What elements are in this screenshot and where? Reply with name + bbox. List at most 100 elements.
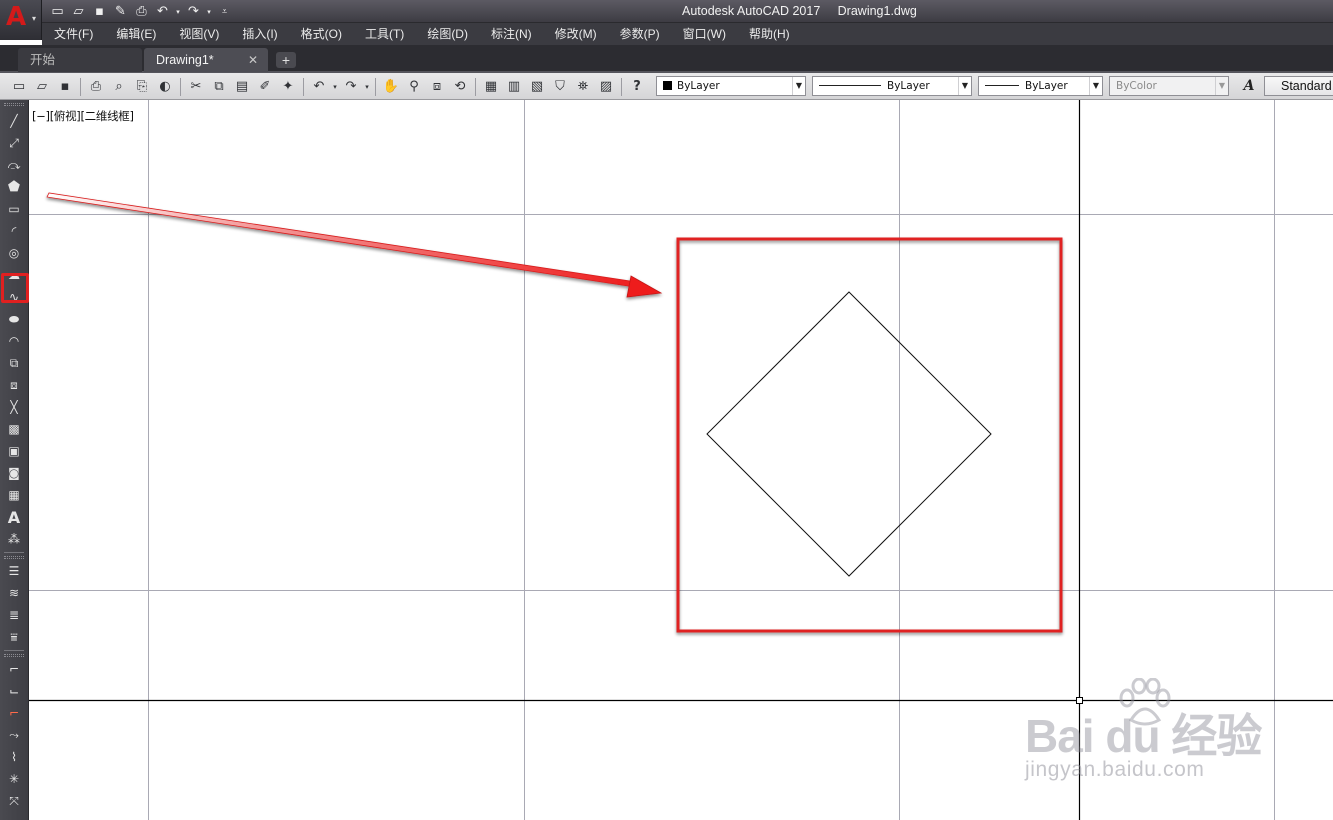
sheet-set-icon[interactable]: ⛉ [549,77,571,97]
print-preview-icon[interactable]: ⌕ [108,77,130,97]
table-icon[interactable]: ▦ [4,486,24,504]
polygon-icon[interactable]: ⬟ [4,178,24,196]
layer-properties-icon[interactable]: ☰ [4,562,24,580]
text-style-dropdown[interactable]: Standard [1264,76,1333,96]
ellipse-arc-icon[interactable]: ◠ [4,332,24,350]
multiline-text-icon[interactable]: A [4,508,24,527]
layer-states-icon[interactable]: ≋ [4,584,24,602]
polygon-tool-highlight [1,273,29,303]
open-icon[interactable]: ▱ [31,77,53,97]
application-menu-button[interactable]: A ▾ [0,0,42,40]
menu-file[interactable]: 文件(F) [42,23,104,45]
lineweight-dropdown[interactable]: ByLayer ▼ [978,76,1103,96]
fillet-icon[interactable]: ⌐ [4,660,24,678]
undo-icon[interactable]: ↶ [308,77,330,97]
point-icon[interactable]: ╳ [4,398,24,416]
toolbar-separator [475,77,476,96]
blend-curves-icon[interactable]: ⌐ [4,704,24,722]
text-style-icon[interactable]: A [1238,76,1260,96]
save-as-icon[interactable]: ✎ [111,3,130,20]
drawing-canvas[interactable]: [−][俯视][二维线框] [29,100,1333,820]
menu-edit[interactable]: 编辑(E) [104,23,167,45]
redo-icon[interactable]: ↷ [184,3,203,20]
save-icon[interactable]: ▪ [54,77,76,97]
3d-print-icon[interactable]: ◐ [154,77,176,97]
menu-draw[interactable]: 绘图(D) [415,23,479,45]
undo-dropdown-icon[interactable]: ▾ [174,3,182,20]
break-icon[interactable]: ⌇ [4,748,24,766]
toolbar-grip[interactable] [4,654,24,657]
properties-icon[interactable]: ▦ [480,77,502,97]
undo-icon[interactable]: ↶ [153,3,172,20]
menu-modify[interactable]: 修改(M) [543,23,608,45]
customize-icon[interactable]: ⩡ [215,3,234,20]
square-polygon[interactable] [706,291,992,577]
color-dropdown[interactable]: ByLayer ▼ [656,76,806,96]
menu-tools[interactable]: 工具(T) [353,23,415,45]
help-icon[interactable]: ? [626,77,648,97]
layer-previous-icon[interactable]: ≣ [4,606,24,624]
menu-parametric[interactable]: 参数(P) [608,23,671,45]
zoom-realtime-icon[interactable]: ⚲ [403,77,425,97]
copy-icon[interactable]: ⧉ [208,77,230,97]
paste-icon[interactable]: ▤ [231,77,253,97]
polyline-icon[interactable]: ⤼ [4,156,24,174]
insert-block-icon[interactable]: ⧉ [4,354,24,372]
tool-palettes-icon[interactable]: ▧ [526,77,548,97]
publish-icon[interactable]: ⎘ [131,77,153,97]
design-center-icon[interactable]: ▥ [503,77,525,97]
new-icon[interactable]: ▭ [48,3,67,20]
chamfer-icon[interactable]: ⌙ [4,682,24,700]
join-icon[interactable]: ⤳ [4,726,24,744]
print-icon[interactable]: ⎙ [132,3,151,20]
close-icon[interactable]: ✕ [248,48,258,72]
hatch-icon[interactable]: ▩ [4,420,24,438]
ellipse-icon[interactable]: ⬬ [4,310,24,328]
save-icon[interactable]: ▪ [90,3,109,20]
edit-polyline-icon[interactable]: ⤧ [4,792,24,810]
toolbar-icon-group: ▭ ▱ ▪ ⎙ ⌕ ⎘ ◐ ✂ ⧉ ▤ ✐ ✦ ↶ ▾ ↷ ▾ ✋ ⚲ ⧈ ⟲ … [8,76,648,97]
tab-start[interactable]: 开始 [18,48,142,72]
arc-icon[interactable]: ◜ [4,222,24,240]
calculator-icon[interactable]: ▨ [595,77,617,97]
linetype-dropdown[interactable]: ByLayer ▼ [812,76,972,96]
add-selected-icon[interactable]: ⁂ [4,530,24,548]
redo-dropdown-icon[interactable]: ▾ [363,77,371,97]
redo-icon[interactable]: ↷ [340,77,362,97]
open-icon[interactable]: ▱ [69,3,88,20]
undo-dropdown-icon[interactable]: ▾ [331,77,339,97]
menu-dimension[interactable]: 标注(N) [479,23,543,45]
make-block-icon[interactable]: ⧈ [4,376,24,394]
toolbar-grip[interactable] [4,103,24,106]
menu-help[interactable]: 帮助(H) [737,23,801,45]
pan-icon[interactable]: ✋ [380,77,402,97]
circle-icon[interactable]: ◎ [4,244,24,262]
menu-window[interactable]: 窗口(W) [671,23,737,45]
zoom-previous-icon[interactable]: ⟲ [449,77,471,97]
tab-drawing1[interactable]: Drawing1* ✕ [144,48,268,72]
gradient-icon[interactable]: ▣ [4,442,24,460]
zoom-window-icon[interactable]: ⧈ [426,77,448,97]
line-tool-icon[interactable]: ╱ [4,112,24,130]
menu-format[interactable]: 格式(O) [289,23,353,45]
region-icon[interactable]: ◙ [4,464,24,482]
menu-view[interactable]: 视图(V) [167,23,230,45]
explode-icon[interactable]: ✳ [4,770,24,788]
quick-access-toolbar: ▭ ▱ ▪ ✎ ⎙ ↶ ▾ ↷ ▾ ⩡ [48,2,234,21]
block-editor-icon[interactable]: ✦ [277,77,299,97]
match-properties-icon[interactable]: ✐ [254,77,276,97]
layer-isolate-icon[interactable]: ⩸ [4,628,24,646]
redo-dropdown-icon[interactable]: ▾ [205,3,213,20]
construction-line-icon[interactable]: ⤢ [4,134,24,152]
title-bar: ▭ ▱ ▪ ✎ ⎙ ↶ ▾ ↷ ▾ ⩡ Autodesk AutoCAD 201… [0,0,1333,23]
cut-icon[interactable]: ✂ [185,77,207,97]
markup-icon[interactable]: ⛯ [572,77,594,97]
viewport-controls[interactable]: [−][俯视][二维线框] [32,108,134,124]
toolbar-grip[interactable] [4,556,24,559]
menu-insert[interactable]: 插入(I) [230,23,288,45]
print-icon[interactable]: ⎙ [85,77,107,97]
rectangle-icon[interactable]: ▭ [4,200,24,218]
new-tab-button[interactable]: + [276,52,296,68]
new-icon[interactable]: ▭ [8,77,30,97]
plotstyle-dropdown[interactable]: ByColor ▼ [1109,76,1229,96]
